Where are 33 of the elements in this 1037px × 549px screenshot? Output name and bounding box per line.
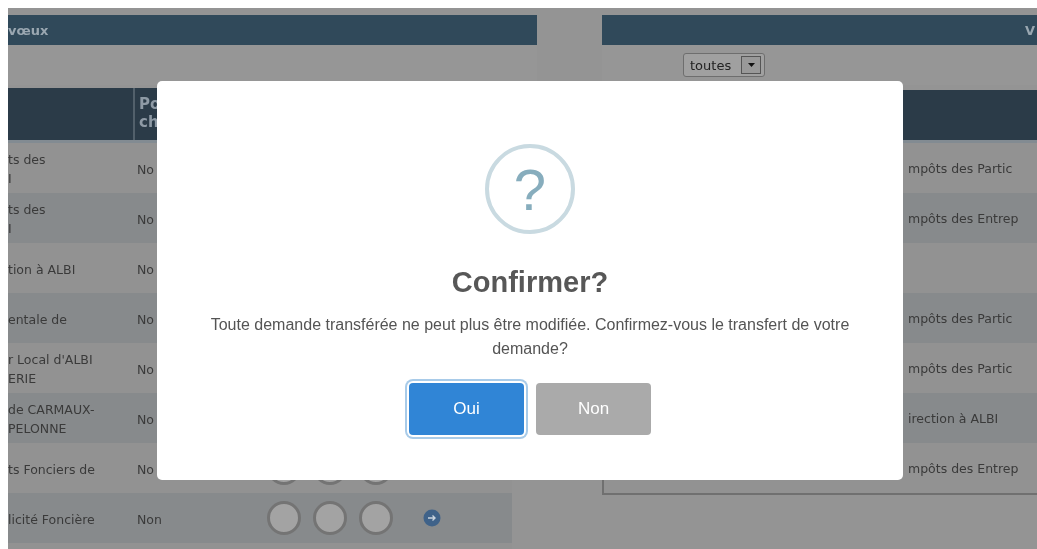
table-cell: No xyxy=(137,211,154,227)
caret-icon xyxy=(747,63,755,67)
table-cell: entale de xyxy=(8,311,67,327)
table-cell: irection à ALBI xyxy=(908,409,999,427)
table-cell: mpôts des Partic xyxy=(908,359,1013,377)
table-cell: mpôts des Entrep xyxy=(908,209,1019,227)
table-cell: No xyxy=(137,461,154,477)
table-cell: r Local d'ALBI ERIE xyxy=(8,352,93,386)
question-icon: ? xyxy=(485,144,575,234)
table-cell: No xyxy=(137,261,154,277)
table-cell: No xyxy=(137,161,154,177)
cancel-button[interactable]: Non xyxy=(536,383,651,435)
dialog-title: Confirmer? xyxy=(451,266,609,299)
table-cell: mpôts des Partic xyxy=(908,309,1013,327)
panel-title: V xyxy=(1024,22,1035,38)
table-cell: mpôts des Partic xyxy=(908,159,1013,177)
table-cell: No xyxy=(137,361,154,377)
dialog-message: Toute demande transférée ne peut plus être modifiée. Confirmez-vous le transfert de votre demande? xyxy=(209,315,851,359)
table-cell: de CARMAUX- PELONNE xyxy=(8,402,95,436)
filter-dropdown[interactable]: toutes xyxy=(683,53,766,77)
choice-circle[interactable] xyxy=(313,501,347,535)
panel-title: vœux xyxy=(8,22,49,38)
table-cell: mpôts des Entrep xyxy=(908,459,1019,477)
table-cell: Non xyxy=(137,511,162,527)
table-cell: tion à ALBI xyxy=(8,261,76,277)
choice-circle[interactable] xyxy=(267,501,301,535)
table-cell: No xyxy=(137,311,154,327)
choice-circle[interactable] xyxy=(359,501,393,535)
table-cell: ts des I xyxy=(8,152,46,186)
table-cell: ts Fonciers de xyxy=(8,461,95,477)
table-cell: No xyxy=(137,411,154,427)
table-cell: ts des I xyxy=(8,202,46,236)
table-cell: licité Foncière xyxy=(8,511,95,527)
